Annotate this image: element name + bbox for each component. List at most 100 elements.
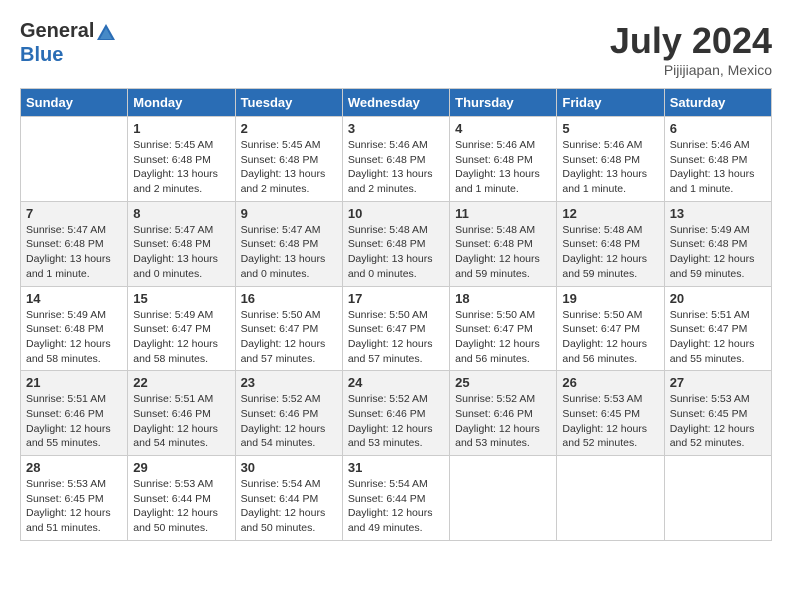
day-info: Sunrise: 5:54 AMSunset: 6:44 PMDaylight:… [241,477,337,536]
day-number: 29 [133,460,229,475]
calendar-week-1: 1 Sunrise: 5:45 AMSunset: 6:48 PMDaylight… [21,117,772,202]
calendar-cell: 27 Sunrise: 5:53 AMSunset: 6:45 PMDayligh… [664,371,771,456]
day-info: Sunrise: 5:45 AMSunset: 6:48 PMDaylight:… [133,138,229,197]
day-info: Sunrise: 5:52 AMSunset: 6:46 PMDaylight:… [348,392,444,451]
day-number: 21 [26,375,122,390]
calendar-cell: 2 Sunrise: 5:45 AMSunset: 6:48 PMDaylight… [235,117,342,202]
calendar-cell: 11 Sunrise: 5:48 AMSunset: 6:48 PMDayligh… [450,201,557,286]
day-info: Sunrise: 5:48 AMSunset: 6:48 PMDaylight:… [562,223,658,282]
month-title: July 2024 [610,20,772,62]
calendar-cell: 5Sunrise: 5:46 AMSunset: 6:48 PMDaylight… [557,117,664,202]
day-number: 23 [241,375,337,390]
calendar-cell: 14Sunrise: 5:49 AMSunset: 6:48 PMDayligh… [21,286,128,371]
day-number: 31 [348,460,444,475]
day-info: Sunrise: 5:53 AMSunset: 6:45 PMDaylight:… [670,392,766,451]
day-info: Sunrise: 5:47 AMSunset: 6:48 PMDaylight:… [241,223,337,282]
calendar-table: Sunday Monday Tuesday Wednesday Thursday… [20,88,772,541]
day-info: Sunrise: 5:54 AMSunset: 6:44 PMDaylight:… [348,477,444,536]
day-number: 10 [348,206,444,221]
header-sunday: Sunday [21,89,128,117]
day-number: 27 [670,375,766,390]
day-info: Sunrise: 5:50 AMSunset: 6:47 PMDaylight:… [562,308,658,367]
calendar-cell: 13Sunrise: 5:49 AMSunset: 6:48 PMDayligh… [664,201,771,286]
day-number: 25 [455,375,551,390]
day-number: 11 [455,206,551,221]
day-number: 26 [562,375,658,390]
header-saturday: Saturday [664,89,771,117]
calendar-cell: 9 Sunrise: 5:47 AMSunset: 6:48 PMDaylight… [235,201,342,286]
calendar-cell: 18 Sunrise: 5:50 AMSunset: 6:47 PMDayligh… [450,286,557,371]
calendar-cell: 22Sunrise: 5:51 AMSunset: 6:46 PMDayligh… [128,371,235,456]
day-number: 3 [348,121,444,136]
calendar-cell [557,456,664,541]
day-number: 2 [241,121,337,136]
day-info: Sunrise: 5:49 AMSunset: 6:48 PMDaylight:… [26,308,122,367]
calendar-cell [450,456,557,541]
header-tuesday: Tuesday [235,89,342,117]
day-info: Sunrise: 5:46 AMSunset: 6:48 PMDaylight:… [670,138,766,197]
day-info: Sunrise: 5:52 AMSunset: 6:46 PMDaylight:… [455,392,551,451]
header-monday: Monday [128,89,235,117]
calendar-week-4: 21 Sunrise: 5:51 AMSunset: 6:46 PMDayligh… [21,371,772,456]
logo-blue: Blue [20,44,63,66]
day-info: Sunrise: 5:53 AMSunset: 6:44 PMDaylight:… [133,477,229,536]
calendar-cell: 19 Sunrise: 5:50 AMSunset: 6:47 PMDayligh… [557,286,664,371]
day-info: Sunrise: 5:50 AMSunset: 6:47 PMDaylight:… [348,308,444,367]
calendar-cell: 12 Sunrise: 5:48 AMSunset: 6:48 PMDayligh… [557,201,664,286]
day-info: Sunrise: 5:53 AMSunset: 6:45 PMDaylight:… [26,477,122,536]
calendar-cell: 15 Sunrise: 5:49 AMSunset: 6:47 PMDayligh… [128,286,235,371]
day-info: Sunrise: 5:48 AMSunset: 6:48 PMDaylight:… [348,223,444,282]
day-number: 28 [26,460,122,475]
calendar-cell: 16Sunrise: 5:50 AMSunset: 6:47 PMDayligh… [235,286,342,371]
logo: General Blue [20,20,118,67]
day-number: 1 [133,121,229,136]
day-number: 20 [670,291,766,306]
header-wednesday: Wednesday [342,89,449,117]
day-number: 30 [241,460,337,475]
day-info: Sunrise: 5:51 AMSunset: 6:46 PMDaylight:… [26,392,122,451]
calendar-week-2: 7Sunrise: 5:47 AMSunset: 6:48 PMDaylight… [21,201,772,286]
calendar-cell: 25 Sunrise: 5:52 AMSunset: 6:46 PMDayligh… [450,371,557,456]
day-number: 8 [133,206,229,221]
day-number: 6 [670,121,766,136]
calendar-cell: 8Sunrise: 5:47 AMSunset: 6:48 PMDaylight… [128,201,235,286]
day-number: 9 [241,206,337,221]
calendar-cell: 4Sunrise: 5:46 AMSunset: 6:48 PMDaylight… [450,117,557,202]
calendar-cell: 28 Sunrise: 5:53 AMSunset: 6:45 PMDayligh… [21,456,128,541]
day-info: Sunrise: 5:48 AMSunset: 6:48 PMDaylight:… [455,223,551,282]
calendar-cell: 17Sunrise: 5:50 AMSunset: 6:47 PMDayligh… [342,286,449,371]
calendar-cell [21,117,128,202]
day-info: Sunrise: 5:46 AMSunset: 6:48 PMDaylight:… [455,138,551,197]
day-number: 19 [562,291,658,306]
logo-icon [95,22,117,44]
day-info: Sunrise: 5:49 AMSunset: 6:47 PMDaylight:… [133,308,229,367]
day-info: Sunrise: 5:51 AMSunset: 6:46 PMDaylight:… [133,392,229,451]
day-info: Sunrise: 5:50 AMSunset: 6:47 PMDaylight:… [241,308,337,367]
day-number: 15 [133,291,229,306]
calendar-cell: 23 Sunrise: 5:52 AMSunset: 6:46 PMDayligh… [235,371,342,456]
day-info: Sunrise: 5:45 AMSunset: 6:48 PMDaylight:… [241,138,337,197]
calendar-cell: 29 Sunrise: 5:53 AMSunset: 6:44 PMDayligh… [128,456,235,541]
logo-general: General [20,20,94,42]
day-info: Sunrise: 5:50 AMSunset: 6:47 PMDaylight:… [455,308,551,367]
calendar-cell: 31 Sunrise: 5:54 AMSunset: 6:44 PMDayligh… [342,456,449,541]
calendar-week-5: 28 Sunrise: 5:53 AMSunset: 6:45 PMDayligh… [21,456,772,541]
day-info: Sunrise: 5:52 AMSunset: 6:46 PMDaylight:… [241,392,337,451]
day-number: 13 [670,206,766,221]
page-header: General Blue July 2024 Pijijiapan, Mexic… [20,20,772,78]
days-header-row: Sunday Monday Tuesday Wednesday Thursday… [21,89,772,117]
calendar-cell: 10 Sunrise: 5:48 AMSunset: 6:48 PMDayligh… [342,201,449,286]
calendar-cell: 3 Sunrise: 5:46 AMSunset: 6:48 PMDaylight… [342,117,449,202]
day-info: Sunrise: 5:51 AMSunset: 6:47 PMDaylight:… [670,308,766,367]
day-info: Sunrise: 5:46 AMSunset: 6:48 PMDaylight:… [348,138,444,197]
calendar-cell: 1 Sunrise: 5:45 AMSunset: 6:48 PMDaylight… [128,117,235,202]
logo-text: General Blue [20,20,118,67]
day-number: 12 [562,206,658,221]
calendar-week-3: 14Sunrise: 5:49 AMSunset: 6:48 PMDayligh… [21,286,772,371]
calendar-cell: 24Sunrise: 5:52 AMSunset: 6:46 PMDayligh… [342,371,449,456]
header-thursday: Thursday [450,89,557,117]
day-number: 18 [455,291,551,306]
location: Pijijiapan, Mexico [610,62,772,78]
header-friday: Friday [557,89,664,117]
calendar-cell: 21 Sunrise: 5:51 AMSunset: 6:46 PMDayligh… [21,371,128,456]
